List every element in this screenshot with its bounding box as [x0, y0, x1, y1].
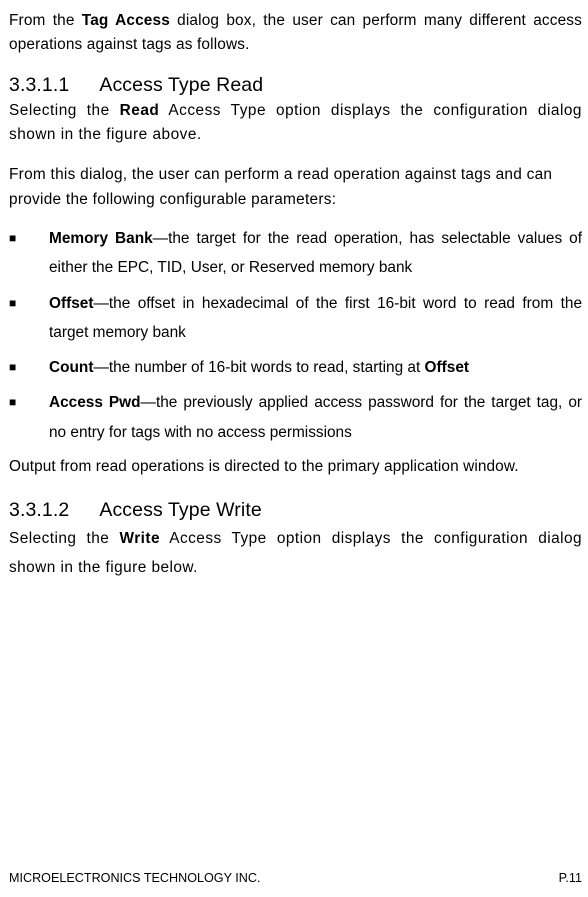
text: Selecting the — [9, 102, 120, 119]
bullet-text: —the number of 16-bit words to read, sta… — [93, 359, 424, 376]
document-page: From the Tag Access dialog box, the user… — [0, 0, 588, 897]
bullet-marker-icon: ■ — [9, 289, 16, 318]
page-footer: MICROELECTRONICS TECHNOLOGY INC. P.11 — [9, 871, 582, 885]
footer-company: MICROELECTRONICS TECHNOLOGY INC. — [9, 871, 260, 885]
section1-p3: Output from read operations is directed … — [9, 455, 582, 479]
footer-page-number: P.11 — [559, 871, 582, 885]
section2-p1: Selecting the Write Access Type option d… — [9, 524, 582, 583]
bold-read: Read — [120, 102, 160, 119]
text: Selecting the — [9, 530, 120, 547]
list-item: ■ Offset—the offset in hexadecimal of th… — [9, 289, 582, 348]
list-item: ■ Memory Bank—the target for the read op… — [9, 224, 582, 283]
bullet-inner-bold: Offset — [425, 359, 469, 376]
intro-paragraph: From the Tag Access dialog box, the user… — [9, 9, 582, 58]
section-heading-read: 3.3.1.1 Access Type Read — [9, 74, 582, 97]
text: From the — [9, 12, 82, 29]
bullet-term: Memory Bank — [49, 230, 153, 247]
bullet-marker-icon: ■ — [9, 353, 16, 382]
section-number: 3.3.1.1 — [9, 74, 69, 97]
bullet-text: —the offset in hexadecimal of the first … — [49, 295, 582, 341]
bullet-term: Count — [49, 359, 93, 376]
list-item: ■ Access Pwd—the previously applied acce… — [9, 388, 582, 447]
bullet-marker-icon: ■ — [9, 224, 16, 253]
bullet-term: Access Pwd — [49, 394, 141, 411]
section1-p2: From this dialog, the user can perform a… — [9, 163, 582, 212]
section-heading-write: 3.3.1.2 Access Type Write — [9, 499, 582, 522]
section-title: Access Type Read — [99, 74, 263, 96]
bullet-marker-icon: ■ — [9, 388, 16, 417]
intro-bold: Tag Access — [82, 12, 170, 29]
list-item: ■ Count—the number of 16-bit words to re… — [9, 353, 582, 382]
section-title: Access Type Write — [99, 499, 261, 521]
bullet-list: ■ Memory Bank—the target for the read op… — [9, 224, 582, 447]
bold-write: Write — [120, 530, 160, 547]
bullet-term: Offset — [49, 295, 93, 312]
section-number: 3.3.1.2 — [9, 499, 69, 522]
section1-p1: Selecting the Read Access Type option di… — [9, 99, 582, 148]
